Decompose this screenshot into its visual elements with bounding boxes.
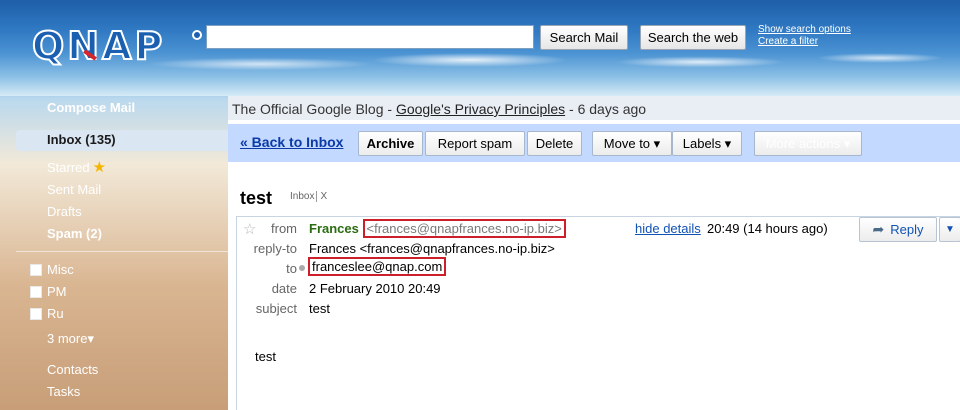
archive-button[interactable]: Archive	[358, 131, 423, 156]
move-to-dropdown[interactable]: Move to ▾	[592, 131, 672, 156]
sidebar-item-inbox[interactable]: Inbox (135)	[16, 130, 228, 151]
search-input[interactable]	[206, 25, 534, 49]
label-color-swatch	[30, 285, 42, 298]
main-panel: The Official Google Blog - Google's Priv…	[228, 96, 960, 410]
recipient-email[interactable]: franceslee@qnap.com	[308, 257, 447, 276]
sidebar-label-misc[interactable]: Misc	[30, 262, 74, 277]
web-clip-link[interactable]: Google's Privacy Principles	[396, 101, 565, 117]
report-spam-button[interactable]: Report spam	[425, 131, 525, 156]
sidebar-label-ru[interactable]: Ru	[30, 306, 64, 321]
sidebar-item-inbox-label: Inbox (135)	[47, 132, 116, 147]
compose-mail-link[interactable]: Compose Mail	[47, 100, 135, 115]
from-value: Frances <frances@qnapfrances.no-ip.biz>	[309, 219, 566, 238]
qnap-logo[interactable]: QNAP	[31, 24, 202, 68]
delete-button[interactable]: Delete	[527, 131, 582, 156]
web-clip-age: - 6 days ago	[565, 101, 647, 117]
search-web-button[interactable]: Search the web	[640, 25, 746, 50]
label-name: PM	[47, 284, 67, 299]
sidebar-item-spam[interactable]: Spam (2)	[47, 226, 102, 241]
create-filter-link[interactable]: Create a filter	[758, 36, 851, 48]
message-body: test	[255, 349, 276, 364]
chevron-down-icon: ▼	[945, 224, 955, 235]
status-dot-icon	[299, 264, 305, 271]
inbox-label-tag: Inbox X	[290, 191, 328, 202]
sender-email: <frances@qnapfrances.no-ip.biz>	[362, 219, 566, 238]
label-name: Misc	[47, 262, 74, 277]
message-subject: test	[240, 188, 273, 208]
label-color-swatch	[30, 263, 42, 276]
hide-details-link[interactable]: hide details	[635, 221, 701, 236]
sidebar-item-tasks[interactable]: Tasks	[47, 384, 80, 399]
reply-to-label: reply-to	[253, 241, 297, 256]
show-search-options-link[interactable]: Show search options	[758, 24, 851, 36]
from-label: from	[271, 221, 297, 236]
inbox-tag-text: Inbox	[290, 191, 315, 202]
sidebar-item-starred[interactable]: Starred ★	[47, 158, 106, 176]
reply-arrow-icon: ➦	[872, 221, 885, 237]
more-actions-dropdown[interactable]: More actions ▾	[754, 131, 862, 156]
subject-label: subject	[255, 301, 297, 316]
to-label: to	[241, 261, 297, 276]
logo-text: QNAP	[31, 24, 166, 68]
sidebar-item-starred-label: Starred	[47, 160, 90, 175]
web-clip-bar: The Official Google Blog - Google's Priv…	[228, 96, 960, 120]
label-name: Ru	[47, 306, 64, 321]
remove-label-icon[interactable]: X	[316, 191, 328, 202]
subject-value: test	[309, 301, 330, 316]
sender-name[interactable]: Frances	[309, 221, 359, 236]
web-clip-text: The Official Google Blog - Google's Priv…	[232, 101, 646, 117]
date-value: 2 February 2010 20:49	[309, 281, 441, 296]
message-card: ☆ from Frances <frances@qnapfrances.no-i…	[236, 216, 960, 410]
back-to-inbox-link[interactable]: « Back to Inbox	[240, 134, 343, 150]
sidebar-item-sent[interactable]: Sent Mail	[47, 182, 101, 197]
message-toolbar: « Back to Inbox Archive Report spam Dele…	[228, 124, 960, 162]
sidebar-divider	[16, 251, 228, 252]
logo-mark	[192, 30, 202, 40]
sidebar-item-drafts[interactable]: Drafts	[47, 204, 82, 219]
reply-to-value: Frances <frances@qnapfrances.no-ip.biz>	[309, 241, 555, 256]
message-time: 20:49 (14 hours ago)	[707, 221, 828, 236]
label-color-swatch	[30, 307, 42, 320]
search-links: Show search options Create a filter	[758, 24, 851, 48]
web-clip-source: The Official Google Blog -	[232, 101, 396, 117]
to-label-text: to	[286, 261, 297, 276]
reply-button[interactable]: ➦ Reply	[859, 217, 937, 242]
more-labels-link[interactable]: 3 more▾	[47, 331, 94, 347]
reply-options-dropdown[interactable]: ▼	[939, 217, 960, 242]
sidebar: Compose Mail Inbox (135) Starred ★ Sent M…	[0, 96, 228, 410]
to-value: franceslee@qnap.com	[299, 257, 447, 276]
search-mail-button[interactable]: Search Mail	[540, 25, 628, 50]
star-icon: ★	[92, 159, 107, 176]
date-label: date	[271, 281, 297, 296]
labels-dropdown[interactable]: Labels ▾	[672, 131, 742, 156]
reply-label: Reply	[890, 222, 924, 237]
header-banner: QNAP Search Mail Search the web Show sea…	[0, 0, 960, 96]
sidebar-label-pm[interactable]: PM	[30, 284, 67, 299]
sidebar-item-contacts[interactable]: Contacts	[47, 362, 98, 377]
